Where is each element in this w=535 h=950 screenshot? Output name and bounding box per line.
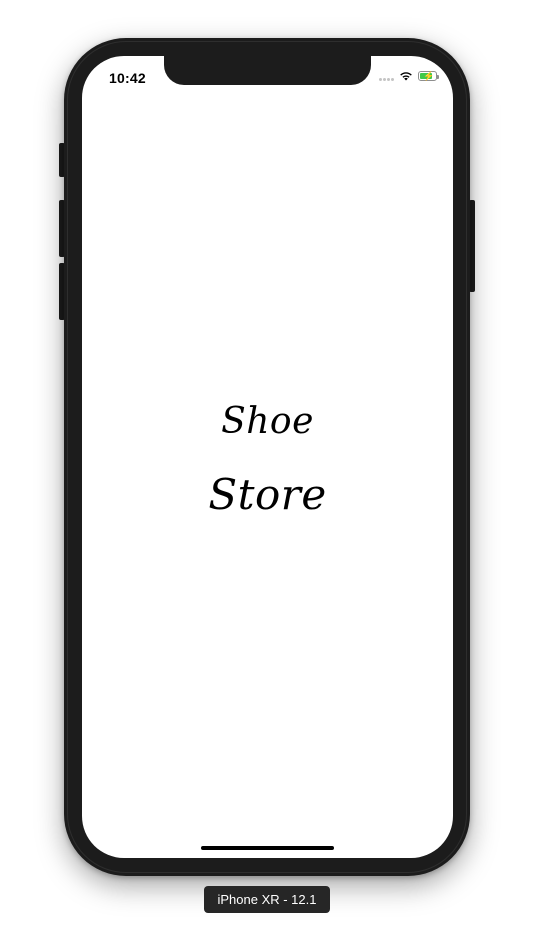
- status-bar-icons: ⚡: [379, 71, 439, 81]
- battery-charging-icon: ⚡: [418, 71, 439, 81]
- app-logo-line2: Store: [208, 470, 327, 519]
- signal-dots-icon: [379, 71, 394, 81]
- simulator-stage: 10:42 ⚡ Shoe Store iPhone XR - 12.1: [0, 0, 535, 950]
- wifi-icon: [400, 72, 412, 81]
- home-indicator[interactable]: [201, 846, 334, 850]
- simulator-device-label: iPhone XR - 12.1: [204, 886, 330, 913]
- app-logo-line1: Shoe: [221, 401, 314, 442]
- notch: [164, 56, 371, 85]
- device-screen: 10:42 ⚡ Shoe Store: [82, 56, 453, 858]
- status-bar-time: 10:42: [109, 70, 146, 86]
- charging-bolt-icon: ⚡: [423, 71, 435, 81]
